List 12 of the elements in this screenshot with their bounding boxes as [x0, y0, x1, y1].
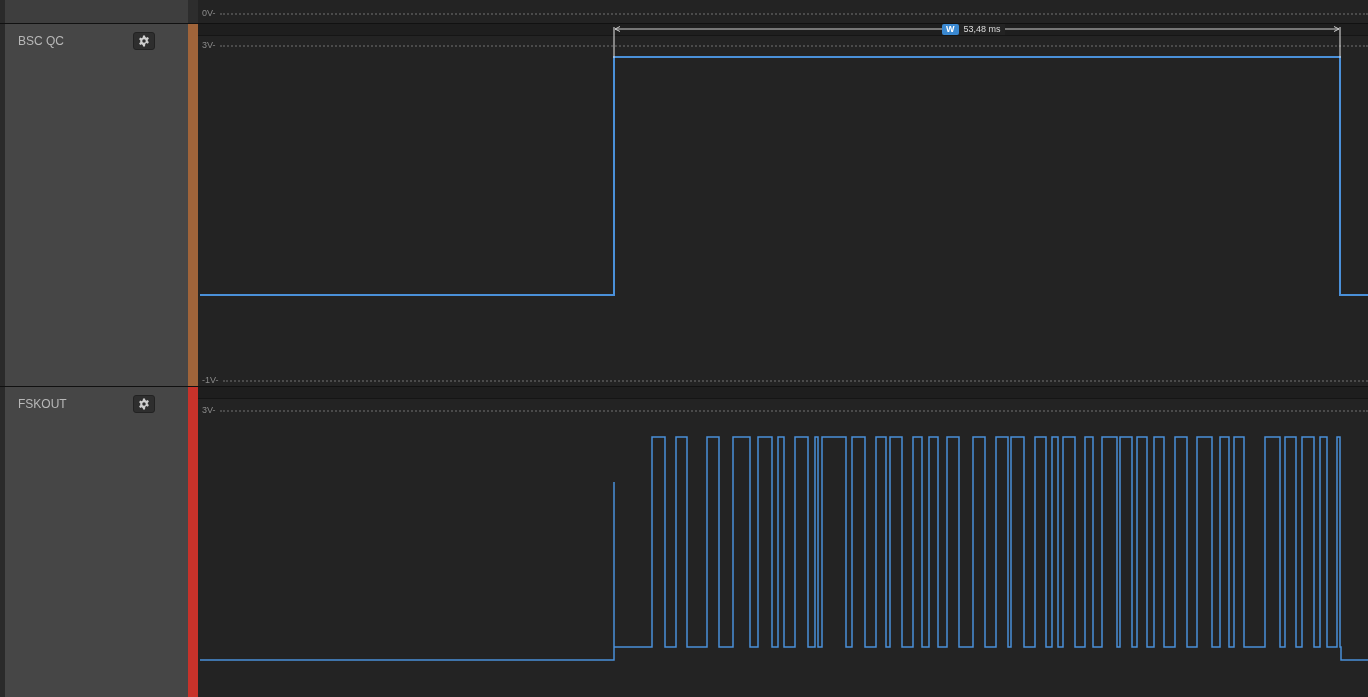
- axis-label: 3V-: [202, 41, 216, 50]
- axis-label: -1V-: [202, 376, 219, 385]
- measure-badge[interactable]: W: [942, 24, 959, 35]
- gear-icon: [138, 35, 150, 47]
- axis-label: 3V-: [202, 406, 216, 415]
- settings-button[interactable]: [133, 32, 155, 50]
- gear-icon: [138, 398, 150, 410]
- axis-label: 0V-: [202, 9, 216, 18]
- channel-name: BSC QC: [18, 33, 64, 50]
- settings-button[interactable]: [133, 395, 155, 413]
- channel-name: FSKOUT: [18, 396, 67, 413]
- measure-value: 53,48 ms: [963, 24, 1001, 35]
